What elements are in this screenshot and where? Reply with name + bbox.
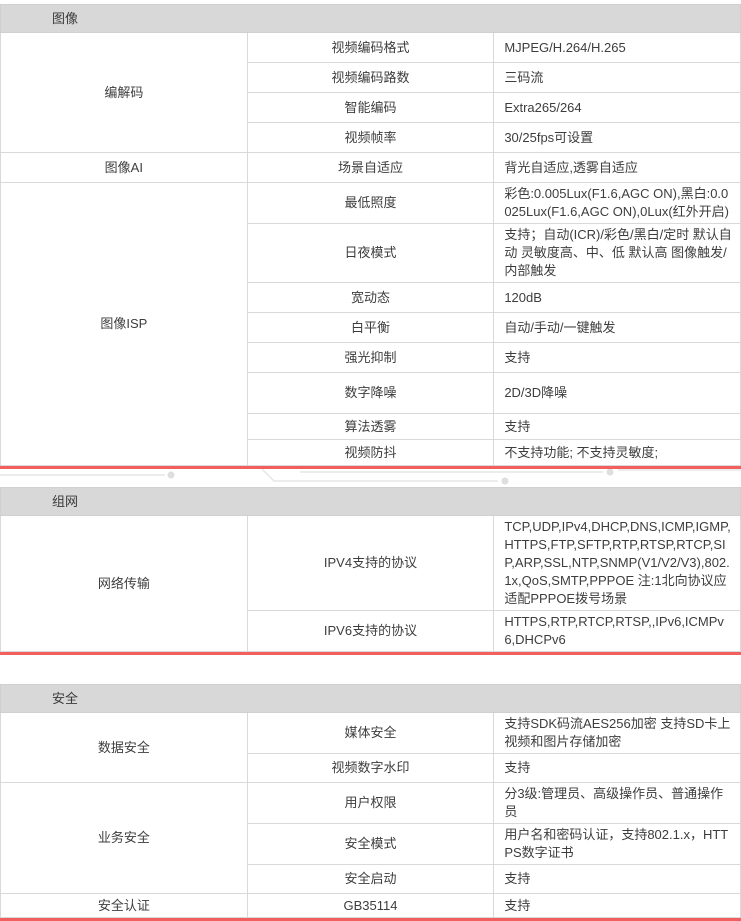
spec-label-cell: 场景自适应: [247, 153, 494, 183]
section-header-row: 安全: [1, 685, 741, 713]
section-title: 安全: [1, 685, 741, 713]
section-title: 组网: [1, 488, 741, 516]
spec-value-cell: 支持: [494, 343, 741, 373]
spec-table: 安全数据安全媒体安全支持SDK码流AES256加密 支持SD卡上视频和图片存储加…: [0, 684, 741, 918]
spec-label-cell: 用户权限: [247, 783, 494, 824]
spec-label-cell: IPV4支持的协议: [247, 516, 494, 611]
section-header-row: 组网: [1, 488, 741, 516]
category-cell: 安全认证: [1, 894, 248, 918]
spec-value-cell: 彩色:0.005Lux(F1.6,AGC ON),黑白:0.0025Lux(F1…: [494, 183, 741, 224]
spec-label-cell: 最低照度: [247, 183, 494, 224]
table-row: 图像ISP最低照度彩色:0.005Lux(F1.6,AGC ON),黑白:0.0…: [1, 183, 741, 224]
spec-value-cell: 支持: [494, 894, 741, 918]
table-row: 编解码视频编码格式MJPEG/H.264/H.265: [1, 33, 741, 63]
spec-sheet: 图像编解码视频编码格式MJPEG/H.264/H.265视频编码路数三码流智能编…: [0, 4, 741, 921]
spec-label-cell: 强光抑制: [247, 343, 494, 373]
spec-value-cell: 自动/手动/一键触发: [494, 313, 741, 343]
category-cell: 编解码: [1, 33, 248, 153]
table-row: 业务安全用户权限分3级:管理员、高级操作员、普通操作员: [1, 783, 741, 824]
spec-value-cell: 120dB: [494, 283, 741, 313]
category-cell: 数据安全: [1, 713, 248, 783]
table-row: 图像AI场景自适应背光自适应,透雾自适应: [1, 153, 741, 183]
spec-label-cell: 数字降噪: [247, 373, 494, 414]
section-spacer: [0, 655, 741, 684]
spec-value-cell: TCP,UDP,IPv4,DHCP,DNS,ICMP,IGMP,HTTPS,FT…: [494, 516, 741, 611]
spec-value-cell: HTTPS,RTP,RTCP,RTSP,,IPv6,ICMPv6,DHCPv6: [494, 611, 741, 652]
spec-value-cell: 用户名和密码认证，支持802.1.x，HTTPS数字证书: [494, 824, 741, 865]
spec-label-cell: 媒体安全: [247, 713, 494, 754]
spec-table: 组网网络传输IPV4支持的协议TCP,UDP,IPv4,DHCP,DNS,ICM…: [0, 487, 741, 652]
section-header-row: 图像: [1, 5, 741, 33]
spec-value-cell: 30/25fps可设置: [494, 123, 741, 153]
circuit-trace-graphic: [0, 469, 741, 487]
spec-label-cell: GB35114: [247, 894, 494, 918]
spec-label-cell: 视频帧率: [247, 123, 494, 153]
table-row: 网络传输IPV4支持的协议TCP,UDP,IPv4,DHCP,DNS,ICMP,…: [1, 516, 741, 611]
spec-table: 图像编解码视频编码格式MJPEG/H.264/H.265视频编码路数三码流智能编…: [0, 4, 741, 466]
table-row: 数据安全媒体安全支持SDK码流AES256加密 支持SD卡上视频和图片存储加密: [1, 713, 741, 754]
spec-value-cell: 不支持功能; 不支持灵敏度;: [494, 440, 741, 466]
spec-label-cell: 智能编码: [247, 93, 494, 123]
circuit-watermark: [0, 469, 741, 487]
spec-label-cell: 视频编码格式: [247, 33, 494, 63]
category-cell: 图像AI: [1, 153, 248, 183]
spec-value-cell: MJPEG/H.264/H.265: [494, 33, 741, 63]
spec-value-cell: 背光自适应,透雾自适应: [494, 153, 741, 183]
spec-label-cell: 算法透雾: [247, 414, 494, 440]
table-row: 安全认证GB35114支持: [1, 894, 741, 918]
section-security: 安全数据安全媒体安全支持SDK码流AES256加密 支持SD卡上视频和图片存储加…: [0, 684, 741, 921]
spec-value-cell: 分3级:管理员、高级操作员、普通操作员: [494, 783, 741, 824]
spec-value-cell: 支持；自动(ICR)/彩色/黑白/定时 默认自动 灵敏度高、中、低 默认高 图像…: [494, 224, 741, 283]
spec-label-cell: 安全启动: [247, 865, 494, 894]
spec-label-cell: IPV6支持的协议: [247, 611, 494, 652]
category-cell: 网络传输: [1, 516, 248, 652]
spec-value-cell: 支持SDK码流AES256加密 支持SD卡上视频和图片存储加密: [494, 713, 741, 754]
spec-value-cell: 支持: [494, 414, 741, 440]
spec-label-cell: 视频防抖: [247, 440, 494, 466]
spec-label-cell: 宽动态: [247, 283, 494, 313]
spec-value-cell: Extra265/264: [494, 93, 741, 123]
section-image: 图像编解码视频编码格式MJPEG/H.264/H.265视频编码路数三码流智能编…: [0, 4, 741, 469]
spec-label-cell: 日夜模式: [247, 224, 494, 283]
spec-value-cell: 支持: [494, 754, 741, 783]
category-cell: 图像ISP: [1, 183, 248, 466]
spec-value-cell: 2D/3D降噪: [494, 373, 741, 414]
category-cell: 业务安全: [1, 783, 248, 894]
spec-label-cell: 安全模式: [247, 824, 494, 865]
spec-label-cell: 视频编码路数: [247, 63, 494, 93]
spec-label-cell: 视频数字水印: [247, 754, 494, 783]
section-title: 图像: [1, 5, 741, 33]
spec-label-cell: 白平衡: [247, 313, 494, 343]
section-network: 组网网络传输IPV4支持的协议TCP,UDP,IPv4,DHCP,DNS,ICM…: [0, 487, 741, 655]
spec-value-cell: 三码流: [494, 63, 741, 93]
spec-value-cell: 支持: [494, 865, 741, 894]
